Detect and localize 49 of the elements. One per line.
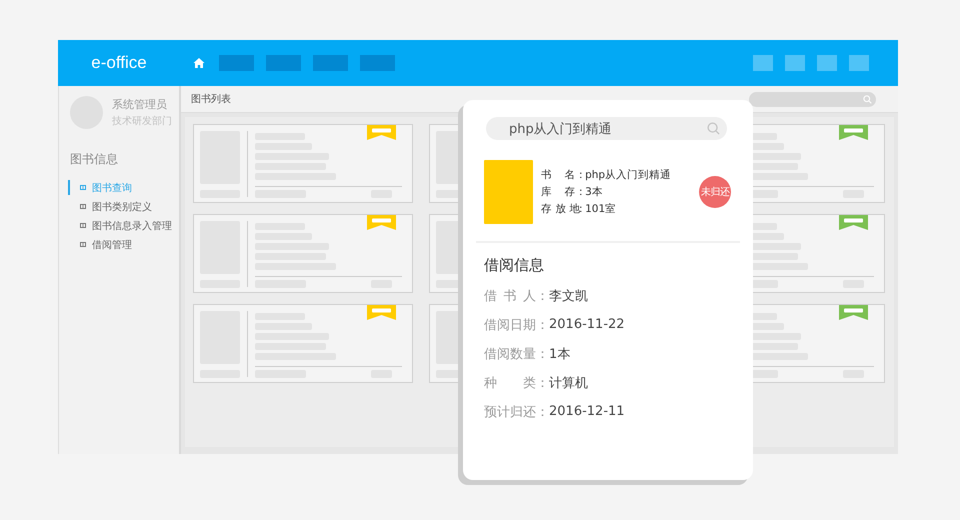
breadcrumb: 图书列表 xyxy=(191,92,231,106)
nav-placeholder[interactable] xyxy=(360,55,395,71)
nav-placeholder[interactable] xyxy=(313,55,348,71)
status-badge: 未归还 xyxy=(699,176,731,208)
colon: ： xyxy=(536,288,549,304)
book-icon xyxy=(80,242,86,247)
field-value: 2016-12-11 xyxy=(549,404,625,419)
section-title: 图书信息 xyxy=(70,151,119,168)
field-value: 101室 xyxy=(585,202,616,216)
book-cover xyxy=(484,160,533,224)
nav-placeholder[interactable] xyxy=(219,55,254,71)
field-value: 3本 xyxy=(585,185,603,199)
menu-item[interactable]: 借阅管理 xyxy=(68,237,177,252)
colon: ： xyxy=(536,346,549,362)
field-label: 库 存 xyxy=(541,185,576,199)
field-value: 计算机 xyxy=(549,374,588,392)
field-label: 书 名 xyxy=(541,168,576,182)
colon: ： xyxy=(536,316,549,334)
field-label: 种 类 xyxy=(484,374,536,392)
field-label: 借阅日期 xyxy=(484,316,536,334)
colon: ： xyxy=(576,185,586,199)
search-field[interactable]: php从入门到精通 xyxy=(486,117,727,140)
menu-item[interactable]: 图书类别定义 xyxy=(68,199,177,214)
toolbar-placeholder[interactable] xyxy=(849,55,869,71)
book-icon xyxy=(80,223,86,228)
search-icon xyxy=(863,94,872,104)
menu-item[interactable]: 图书信息录入管理 xyxy=(68,218,177,233)
search-field[interactable] xyxy=(749,92,876,106)
toolbar-placeholder[interactable] xyxy=(817,55,837,71)
book-icon xyxy=(80,185,86,190)
field-label: 预计归还 xyxy=(484,404,536,420)
book-icon xyxy=(80,204,86,209)
colon: ： xyxy=(536,374,549,392)
user-name: 系统管理员 xyxy=(112,97,168,112)
section-title: 借阅信息 xyxy=(484,256,545,275)
toolbar-placeholder[interactable] xyxy=(785,55,805,71)
field-value: php从入门到精通 xyxy=(585,168,672,182)
home-icon[interactable] xyxy=(193,57,205,69)
colon: ： xyxy=(536,404,549,420)
field-label: 借阅数量 xyxy=(484,346,536,362)
nav-placeholder[interactable] xyxy=(266,55,301,71)
field-label: 借 书 人 xyxy=(484,288,536,304)
field-value: 1本 xyxy=(549,346,570,362)
colon: ： xyxy=(576,168,586,182)
logo-text: e-office xyxy=(90,53,148,73)
search-icon xyxy=(707,122,720,135)
field-value: 李文凯 xyxy=(549,288,588,304)
toolbar-placeholder[interactable] xyxy=(753,55,773,71)
field-value: 2016-11-22 xyxy=(549,317,625,332)
